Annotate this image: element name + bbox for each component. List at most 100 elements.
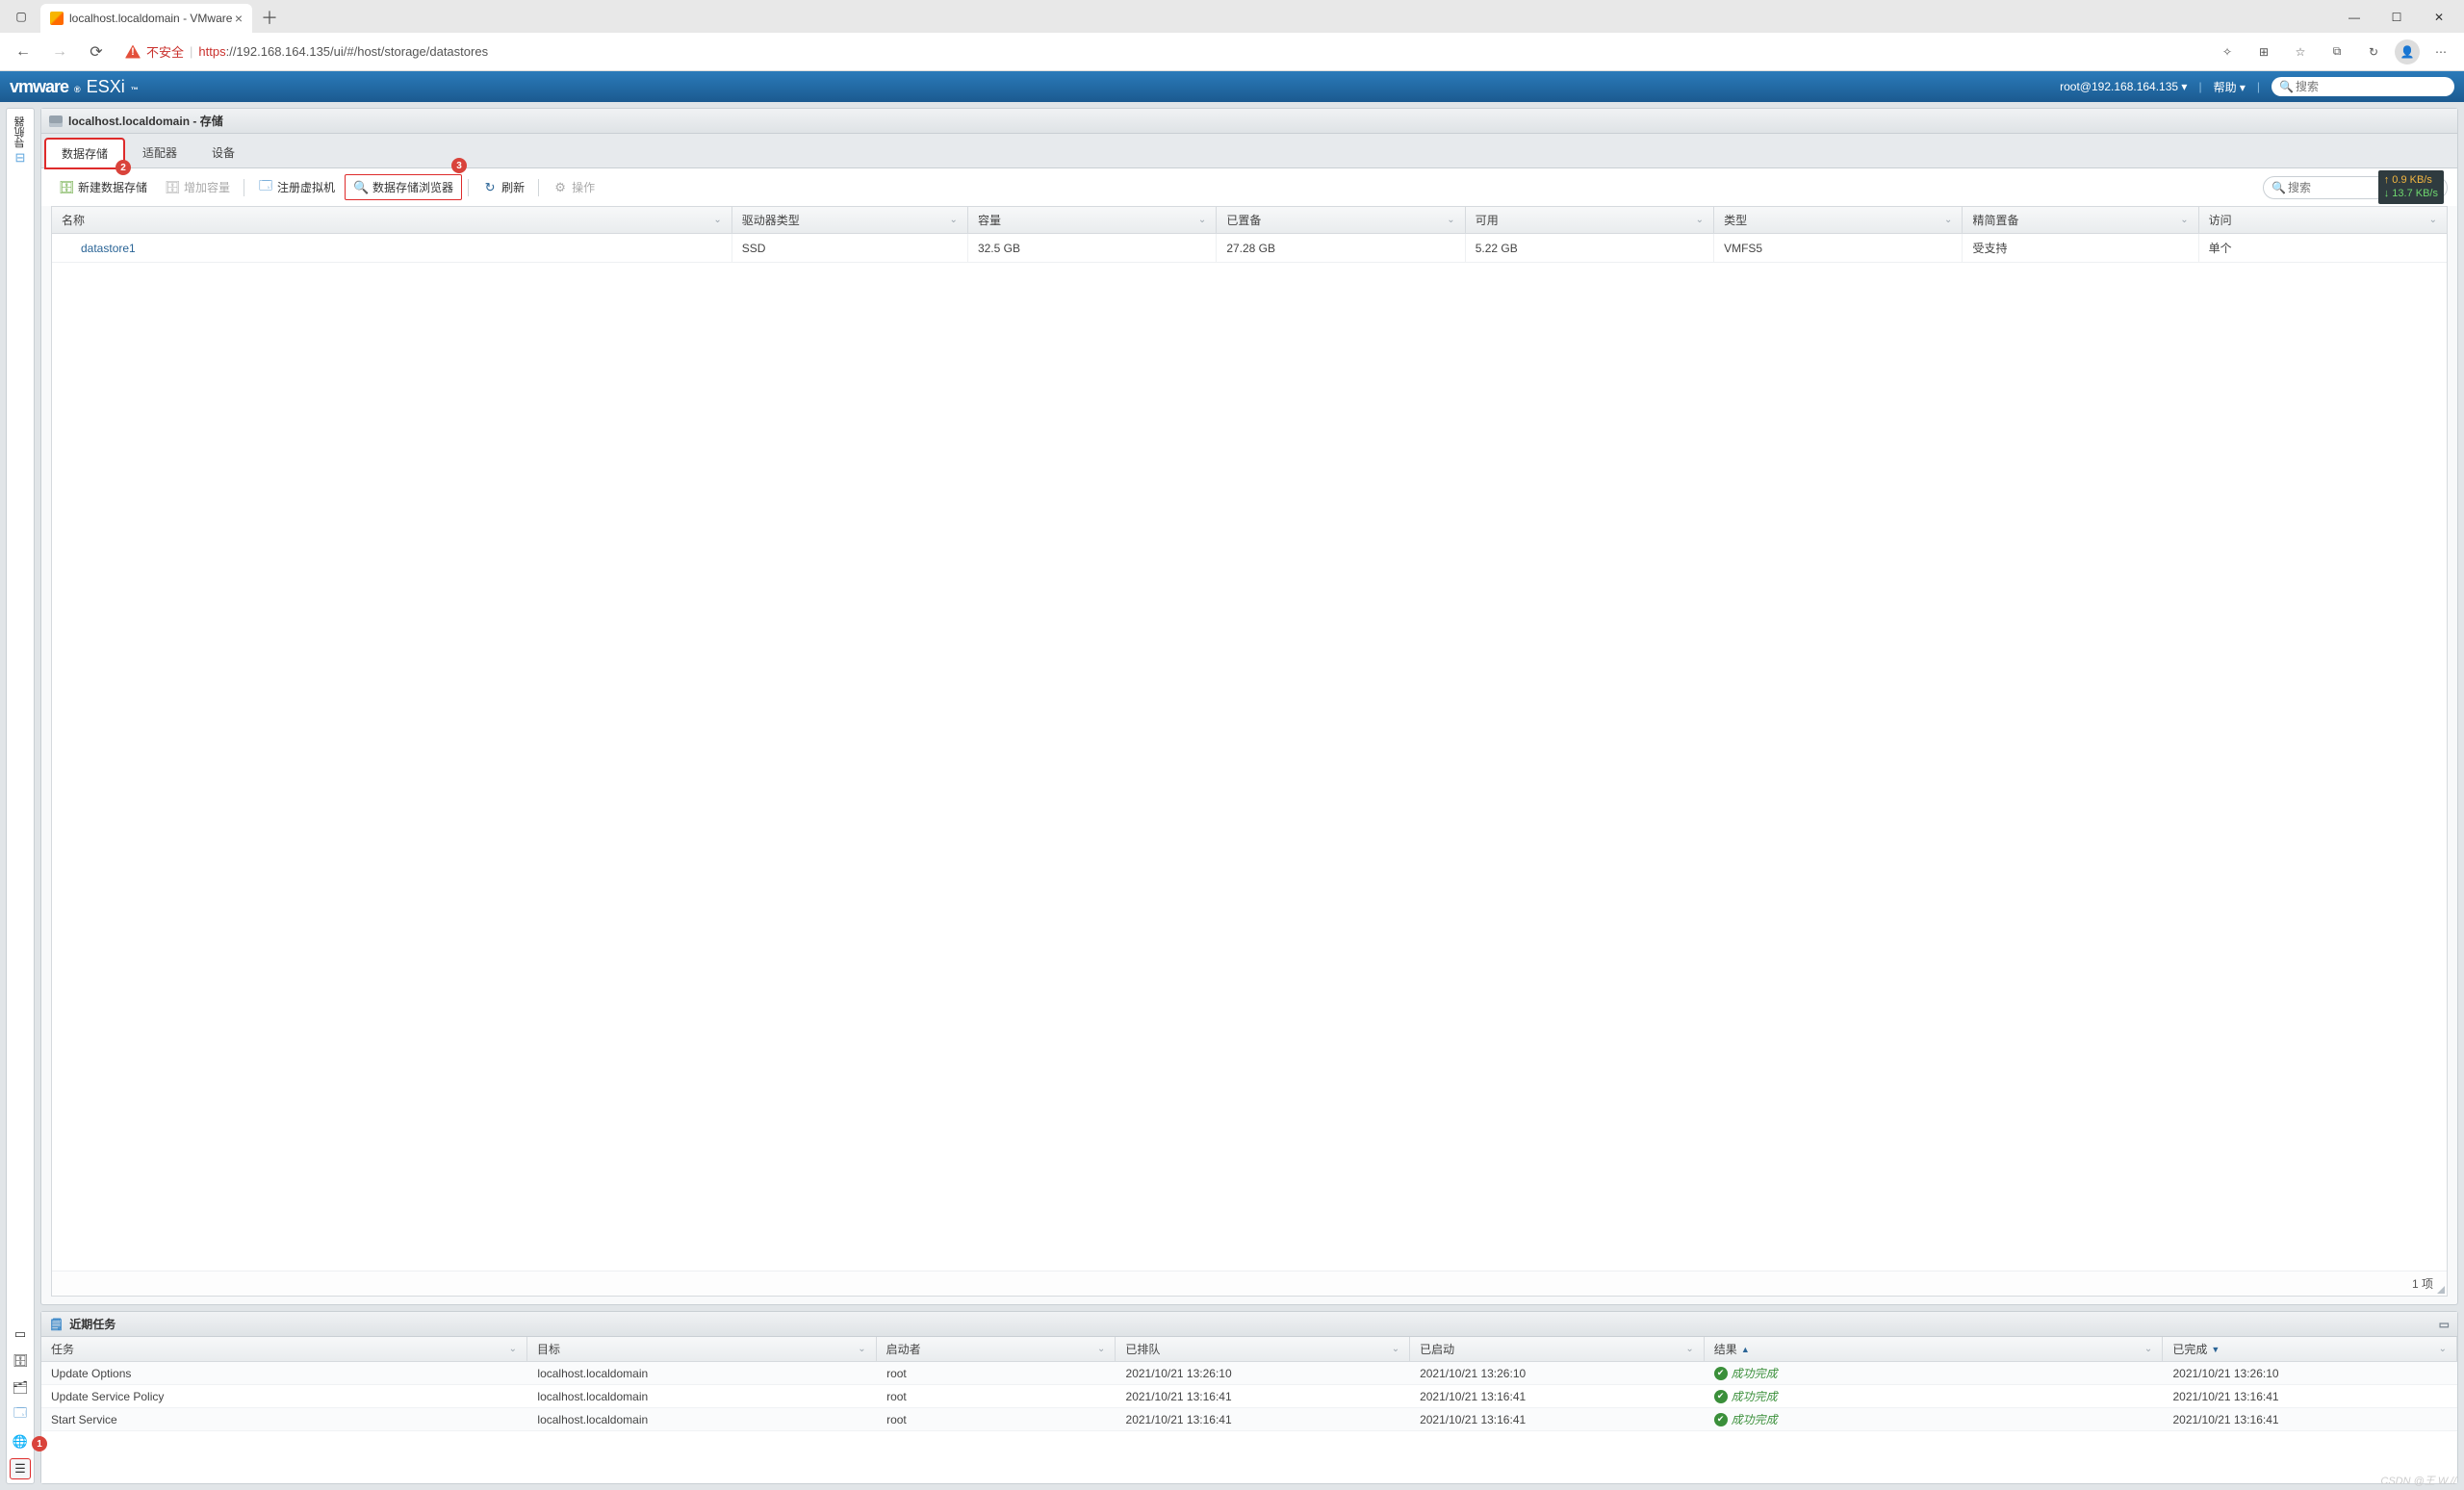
col-completed[interactable]: 已完成▼⌄ — [2163, 1337, 2457, 1361]
col-queued[interactable]: 已排队⌄ — [1116, 1337, 1410, 1361]
tab-devices[interactable]: 设备 — [195, 138, 251, 167]
success-status: 成功完成 — [1714, 1365, 1778, 1381]
insecure-label: 不安全 — [146, 42, 184, 61]
watermark: CSDN @王 W.// — [2380, 1473, 2456, 1488]
refresh-icon: ↻ — [482, 180, 498, 195]
favicon-icon — [50, 12, 64, 25]
separator: | — [190, 44, 192, 59]
annotation-badge-2: 2 — [116, 160, 131, 175]
datastore-icon — [49, 116, 63, 127]
side-vms-icon[interactable]: 🗔 — [10, 1404, 31, 1426]
new-tab-button[interactable]: ＋ — [256, 4, 283, 31]
datastore-grid: 名称⌄ 驱动器类型⌄ 容量⌄ 已置备⌄ 可用⌄ 类型⌄ 精简置备⌄ 访问⌄ da… — [51, 206, 2448, 1297]
browser-tabbar: ▢ localhost.localdomain - VMware × ＋ — ☐… — [0, 0, 2464, 33]
header-search-input[interactable] — [2294, 79, 2447, 94]
extensions-icon[interactable]: ⊞ — [2248, 37, 2279, 67]
col-result[interactable]: 结果▲⌄ — [1705, 1337, 2164, 1361]
search-icon: 🔍 — [2279, 80, 2294, 93]
col-free[interactable]: 可用⌄ — [1466, 207, 1714, 233]
window-minimize-button[interactable]: — — [2333, 4, 2375, 31]
col-target[interactable]: 目标⌄ — [527, 1337, 877, 1361]
new-datastore-icon: 🗄 — [59, 180, 74, 195]
tab-overview-button[interactable]: ▢ — [8, 3, 35, 30]
tracking-icon[interactable]: ✧ — [2212, 37, 2243, 67]
col-task[interactable]: 任务⌄ — [41, 1337, 527, 1361]
table-row[interactable]: Update Service Policylocalhost.localdoma… — [41, 1385, 2457, 1408]
resize-handle-icon[interactable] — [2437, 1286, 2445, 1294]
browser-toolbar: ← → ⟳ 不安全 | https://192.168.164.135/ui/#… — [0, 33, 2464, 71]
refresh-button[interactable]: ↻刷新 — [475, 175, 532, 199]
increase-capacity-button: 🗄增加容量 — [157, 175, 238, 199]
tasks-icon: 🗒 — [49, 1318, 64, 1331]
col-access[interactable]: 访问⌄ — [2199, 207, 2447, 233]
header-search[interactable]: 🔍 — [2272, 77, 2454, 96]
success-status: 成功完成 — [1714, 1411, 1778, 1427]
user-menu[interactable]: root@192.168.164.135 ▾ — [2060, 80, 2187, 93]
col-thin[interactable]: 精简置备⌄ — [1963, 207, 2198, 233]
url-text: https://192.168.164.135/ui/#/host/storag… — [198, 44, 488, 59]
navigator-sidebar: 导航器 ⊟ ▭ 🗄 🗂 🗔 🌐 1 ☰ — [6, 108, 35, 1484]
search-icon: 🔍 — [2272, 181, 2286, 194]
window-maximize-button[interactable]: ☐ — [2375, 4, 2418, 31]
forward-button: → — [44, 37, 75, 67]
register-vm-button[interactable]: 🗔注册虚拟机 — [250, 175, 343, 199]
favorites-icon[interactable]: ☆ — [2285, 37, 2316, 67]
col-initiator[interactable]: 启动者⌄ — [877, 1337, 1116, 1361]
navigator-tree-icon[interactable]: ⊟ — [15, 150, 26, 166]
datastore-toolbar: 🗄新建数据存储 🗄增加容量 🗔注册虚拟机 🔍数据存储浏览器 3 ↻刷新 ⚙操作 … — [41, 168, 2457, 206]
history-icon[interactable]: ↻ — [2358, 37, 2389, 67]
navigator-label: 导航器 — [13, 116, 28, 148]
col-provisioned[interactable]: 已置备⌄ — [1217, 207, 1465, 233]
window-close-button[interactable]: ✕ — [2418, 4, 2460, 31]
panel-header: localhost.localdomain - 存储 — [41, 109, 2457, 134]
success-status: 成功完成 — [1714, 1388, 1778, 1404]
address-bar[interactable]: 不安全 | https://192.168.164.135/ui/#/host/… — [117, 38, 2206, 66]
datastore-browser-button[interactable]: 🔍数据存储浏览器 3 — [345, 174, 462, 200]
storage-tabs: 数据存储 2 适配器 设备 — [41, 134, 2457, 168]
tasks-title: 近期任务 — [69, 1316, 116, 1332]
reload-button[interactable]: ⟳ — [81, 37, 112, 67]
table-row[interactable]: Update Optionslocalhost.localdomainroot2… — [41, 1362, 2457, 1385]
vmware-logo: vmware® ESXi™ — [10, 77, 139, 97]
col-drive-type[interactable]: 驱动器类型⌄ — [732, 207, 968, 233]
table-row[interactable]: Start Servicelocalhost.localdomainroot20… — [41, 1408, 2457, 1431]
datastore-icon — [62, 243, 75, 254]
table-row[interactable]: datastore1 SSD 32.5 GB 27.28 GB 5.22 GB … — [52, 234, 2447, 263]
tasks-header: 🗒 近期任务 ▭ — [41, 1312, 2457, 1337]
profile-avatar[interactable]: 👤 — [2395, 39, 2420, 64]
grid-header-row: 名称⌄ 驱动器类型⌄ 容量⌄ 已置备⌄ 可用⌄ 类型⌄ 精简置备⌄ 访问⌄ — [52, 207, 2447, 234]
side-storage-icon[interactable]: ☰ — [10, 1458, 31, 1479]
grid-footer: 1 项 — [52, 1271, 2447, 1296]
insecure-icon — [125, 45, 141, 59]
side-manage-icon[interactable]: 🗄 — [10, 1350, 31, 1372]
new-datastore-button[interactable]: 🗄新建数据存储 — [51, 175, 155, 199]
tab-datastores[interactable]: 数据存储 2 — [45, 139, 124, 168]
browser-tab[interactable]: localhost.localdomain - VMware × — [40, 4, 252, 33]
network-speed-widget: ↑ 0.9 KB/s ↓ 13.7 KB/s — [2378, 170, 2444, 204]
gear-icon: ⚙ — [552, 180, 568, 195]
close-tab-button[interactable]: × — [235, 11, 243, 26]
menu-button[interactable]: ⋯ — [2426, 37, 2456, 67]
col-name[interactable]: 名称⌄ — [52, 207, 732, 233]
panel-title: localhost.localdomain - 存储 — [68, 113, 223, 129]
side-host-icon[interactable]: ▭ — [10, 1323, 31, 1345]
collections-icon[interactable]: ⧉ — [2322, 37, 2352, 67]
annotation-badge-3: 3 — [451, 158, 467, 173]
back-button[interactable]: ← — [8, 37, 38, 67]
actions-menu: ⚙操作 — [545, 175, 603, 199]
col-capacity[interactable]: 容量⌄ — [968, 207, 1217, 233]
increase-icon: 🗄 — [165, 180, 180, 195]
datastore-link[interactable]: datastore1 — [81, 242, 136, 255]
annotation-badge-1: 1 — [32, 1436, 47, 1451]
tab-title: localhost.localdomain - VMware — [69, 12, 232, 25]
register-vm-icon: 🗔 — [258, 180, 273, 195]
side-networking-icon[interactable]: 🌐 1 — [10, 1431, 31, 1452]
side-monitor-icon[interactable]: 🗂 — [10, 1377, 31, 1399]
help-menu[interactable]: 帮助 ▾ — [2214, 79, 2246, 95]
tab-adapters[interactable]: 适配器 — [126, 138, 193, 167]
browser-icon: 🔍 — [353, 180, 369, 195]
esxi-header: vmware® ESXi™ root@192.168.164.135 ▾ | 帮… — [0, 71, 2464, 102]
col-started[interactable]: 已启动⌄ — [1410, 1337, 1705, 1361]
col-type[interactable]: 类型⌄ — [1714, 207, 1963, 233]
expand-icon[interactable]: ▭ — [2439, 1318, 2450, 1331]
